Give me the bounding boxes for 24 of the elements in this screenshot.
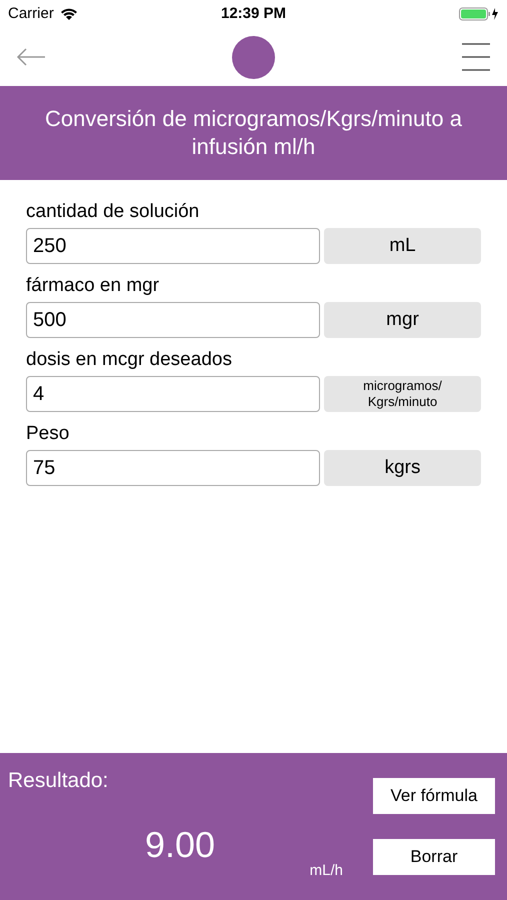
input-field[interactable]: 250	[26, 228, 320, 264]
unit-label: microgramos/ Kgrs/minuto	[324, 376, 481, 412]
field-label: Peso	[26, 422, 70, 446]
result-unit: mL/h	[310, 860, 343, 880]
action-button[interactable]: Ver fórmula	[373, 778, 495, 814]
field-label: fármaco en mgr	[26, 274, 160, 298]
battery-icon	[459, 7, 499, 21]
wifi-icon	[60, 8, 78, 20]
page-title: Conversión de microgramos/Kgrs/minuto a infusión ml/h	[44, 105, 463, 161]
result-label: Resultado:	[8, 768, 108, 794]
input-field[interactable]: 500	[26, 302, 320, 338]
menu-icon[interactable]	[461, 42, 491, 72]
input-field[interactable]: 4	[26, 376, 320, 412]
back-arrow-icon[interactable]	[16, 47, 46, 67]
action-button[interactable]: Borrar	[373, 839, 495, 875]
unit-label: mgr	[324, 302, 481, 338]
unit-label: kgrs	[324, 450, 481, 486]
input-field[interactable]: 75	[26, 450, 320, 486]
unit-label: mL	[324, 228, 481, 264]
field-label: cantidad de solución	[26, 200, 200, 224]
clock-time: 12:39 PM	[220, 4, 286, 24]
carrier-label: Carrier	[8, 4, 54, 24]
result-value: 9.00	[145, 823, 216, 867]
field-label: dosis en mcgr deseados	[26, 348, 233, 372]
